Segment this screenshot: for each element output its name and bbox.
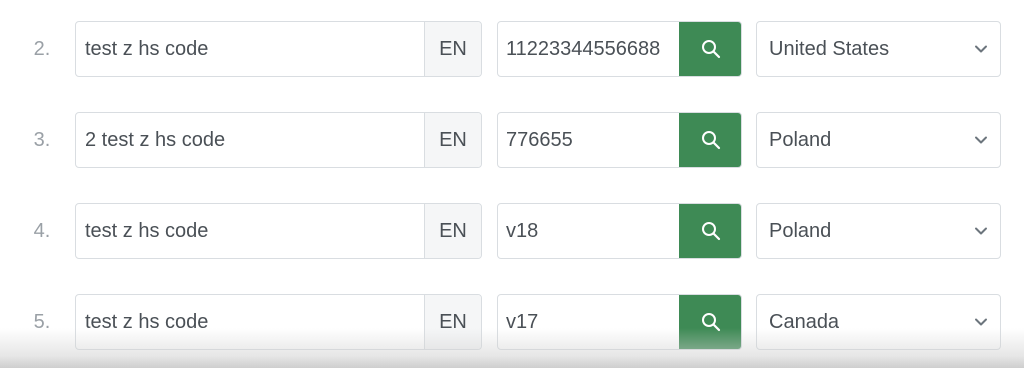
row-number: 5. [33,311,51,333]
language-addon[interactable]: EN [424,295,481,349]
hs-code-input-group: v17 [497,294,742,350]
hs-code-input[interactable]: v17 [498,295,679,349]
search-icon [701,40,720,59]
chevron-down-icon [975,227,987,235]
country-value: United States [769,38,890,60]
product-row: 3. 2 test z hs code EN 776655 Poland [0,112,1024,168]
description-input[interactable]: test z hs code [76,295,424,349]
description-input-group: 2 test z hs code EN [75,112,482,168]
chevron-down-icon [975,318,987,326]
language-addon[interactable]: EN [424,22,481,76]
search-icon [701,313,720,332]
hs-code-input[interactable]: v18 [498,204,679,258]
chevron-down-icon [975,136,987,144]
country-select[interactable]: Canada [756,294,1001,350]
description-input[interactable]: test z hs code [76,204,424,258]
hs-code-input-group: v18 [497,203,742,259]
description-input[interactable]: test z hs code [76,22,424,76]
search-button[interactable] [679,204,741,258]
hs-code-input[interactable]: 11223344556688 [498,22,679,76]
hs-code-input[interactable]: 776655 [498,113,679,167]
description-input-group: test z hs code EN [75,21,482,77]
description-input-group: test z hs code EN [75,294,482,350]
product-row: 4. test z hs code EN v18 Poland [0,203,1024,259]
row-number: 3. [33,129,51,151]
search-button[interactable] [679,295,741,349]
product-row: 5. test z hs code EN v17 Canada [0,294,1024,350]
search-icon [701,131,720,150]
row-number: 4. [33,220,51,242]
search-button[interactable] [679,113,741,167]
country-value: Canada [769,311,840,333]
description-input[interactable]: 2 test z hs code [76,113,424,167]
product-row: 2. test z hs code EN 11223344556688 Unit… [0,21,1024,77]
country-select[interactable]: United States [756,21,1001,77]
language-addon[interactable]: EN [424,113,481,167]
row-number: 2. [33,38,51,60]
hs-code-input-group: 776655 [497,112,742,168]
chevron-down-icon [975,45,987,53]
country-value: Poland [769,129,832,151]
country-select[interactable]: Poland [756,203,1001,259]
description-input-group: test z hs code EN [75,203,482,259]
search-icon [701,222,720,241]
language-addon[interactable]: EN [424,204,481,258]
hs-code-input-group: 11223344556688 [497,21,742,77]
search-button[interactable] [679,22,741,76]
country-value: Poland [769,220,832,242]
country-select[interactable]: Poland [756,112,1001,168]
